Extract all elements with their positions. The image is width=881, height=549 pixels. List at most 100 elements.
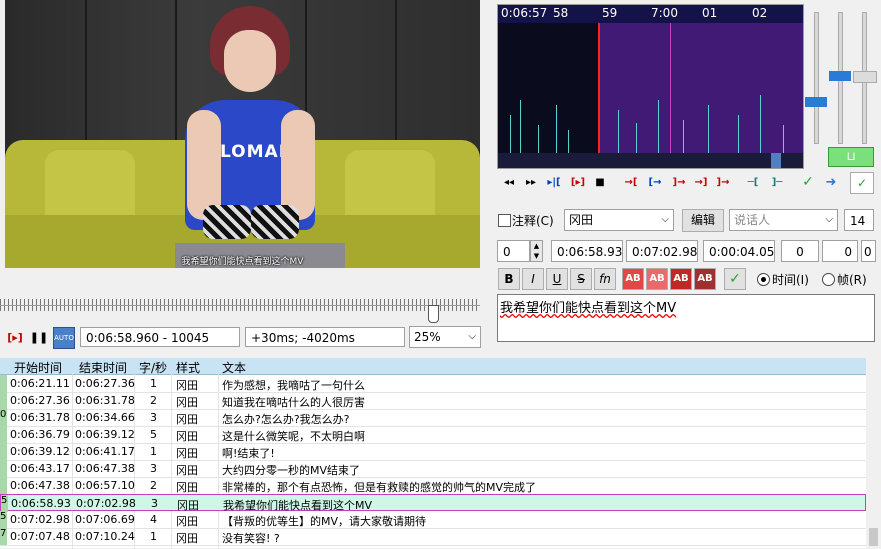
play-before-icon[interactable]: →[ bbox=[620, 174, 642, 190]
strikeout-button[interactable]: S bbox=[570, 268, 592, 290]
table-row[interactable]: 0 0:06:31.78 0:06:34.66 3 冈田 怎么办?怎么办?我怎么办? bbox=[0, 409, 866, 427]
row-number bbox=[0, 375, 7, 392]
bold-button[interactable]: B bbox=[498, 268, 520, 290]
video-preview[interactable]: GLOMAR 我希望你们能快点看到这个MV bbox=[5, 0, 480, 268]
row-number: 7 bbox=[0, 528, 7, 545]
comment-checkbox[interactable] bbox=[498, 214, 511, 227]
start-time-field[interactable]: 0:06:58.93 bbox=[551, 240, 623, 262]
margin-left-field[interactable]: 0 bbox=[781, 240, 819, 262]
frame-radio[interactable] bbox=[822, 273, 835, 286]
play-end-to-icon[interactable]: →] bbox=[690, 174, 712, 190]
chevron-down-icon: ⌵ bbox=[825, 214, 833, 225]
underline-button[interactable]: U bbox=[546, 268, 568, 290]
audio-selection[interactable] bbox=[599, 23, 803, 153]
table-row[interactable]: 0:06:43.17 0:06:47.38 3 冈田 大约四分零一秒的MV结束了 bbox=[0, 460, 866, 478]
subtitle-text: 我希望你们能快点看到这个MV bbox=[500, 301, 677, 316]
seek-thumb[interactable] bbox=[428, 305, 439, 323]
auto-scroll-icon[interactable]: AUTO bbox=[53, 327, 75, 349]
actor-select[interactable]: 说话人 ⌵ bbox=[729, 209, 838, 231]
pause-icon[interactable]: ❚❚ bbox=[29, 327, 49, 347]
play-after-icon[interactable]: ]→ bbox=[712, 174, 734, 190]
timeline-tick: 0:06:57 bbox=[501, 6, 548, 20]
duration-field[interactable]: 0:00:04.05 bbox=[703, 240, 775, 262]
play-line-icon[interactable]: [▸] bbox=[5, 327, 25, 347]
row-number bbox=[0, 392, 7, 409]
next-line-icon[interactable]: ▸▸ bbox=[520, 174, 542, 190]
audio-scrollbar[interactable] bbox=[498, 153, 803, 168]
end-time-field[interactable]: 0:07:02.98 bbox=[626, 240, 698, 262]
video-offset-field[interactable]: +30ms; -4020ms bbox=[245, 327, 405, 347]
margin-right-field[interactable]: 0 bbox=[822, 240, 858, 262]
font-size-field[interactable]: 14 bbox=[844, 209, 874, 231]
cell-start: 0:07:02.98 bbox=[10, 513, 70, 526]
subtitle-grid[interactable]: 开始时间 结束时间 字/秒 样式 文本 0:06:21.11 0:06:27.36… bbox=[0, 358, 866, 549]
cell-style: 冈田 bbox=[176, 447, 198, 460]
play-end-icon[interactable]: ]→ bbox=[668, 174, 690, 190]
play-begin-icon[interactable]: [→ bbox=[644, 174, 666, 190]
audio-scroll-thumb[interactable] bbox=[771, 153, 781, 168]
table-row[interactable]: 0:06:21.11 0:06:27.36 1 冈田 作为感想，我嘀咕了一句什么 bbox=[0, 375, 866, 393]
go-next-icon[interactable]: ➜ bbox=[820, 174, 842, 190]
cell-style: 冈田 bbox=[176, 413, 198, 426]
table-row[interactable]: 0:06:36.79 0:06:39.12 5 冈田 这是什么微笑呢，不太明白啊 bbox=[0, 426, 866, 444]
header-start: 开始时间 bbox=[14, 361, 63, 375]
cell-text: 作为感想，我嘀咕了一句什么 bbox=[222, 379, 365, 392]
table-row[interactable]: 0:06:47.38 0:06:57.10 2 冈田 非常棒的，那个有点恐怖，但是有救赎… bbox=[0, 477, 866, 495]
edit-style-button[interactable]: 编辑 bbox=[682, 209, 724, 232]
row-number: 0 bbox=[0, 409, 7, 426]
cell-style: 冈田 bbox=[176, 515, 198, 528]
cell-start: 0:06:36.79 bbox=[10, 428, 70, 441]
audio-spectrogram[interactable]: 0:06:57 58 59 7:00 01 02 bbox=[497, 4, 804, 169]
seek-track[interactable] bbox=[0, 305, 480, 306]
timeline-tick: 58 bbox=[553, 6, 569, 20]
snap-start-icon[interactable]: ─[ bbox=[742, 174, 764, 190]
cell-start: 0:06:58.93 bbox=[11, 497, 71, 510]
table-row[interactable]: 5 0:07:02.98 0:07:06.69 4 冈田 【背叛的优等生】的MV，请大家敬… bbox=[0, 511, 866, 529]
shadow-color-button[interactable]: AB bbox=[694, 268, 716, 290]
zoom-select[interactable]: 25% ⌵ bbox=[409, 326, 481, 348]
audio-zoom-slider[interactable] bbox=[814, 12, 819, 144]
layer-field[interactable]: 0 bbox=[497, 240, 530, 262]
cell-end: 0:06:47.38 bbox=[75, 462, 135, 475]
grid-scroll-thumb[interactable] bbox=[869, 528, 878, 546]
italic-button[interactable]: I bbox=[522, 268, 544, 290]
link-sliders-toggle[interactable]: ⊔ bbox=[828, 147, 874, 167]
grid-scrollbar[interactable] bbox=[866, 358, 881, 548]
audio-volume-thumb[interactable] bbox=[829, 71, 851, 81]
stop-icon[interactable]: ■ bbox=[589, 174, 611, 190]
margin-vertical-field[interactable]: 0 bbox=[861, 240, 876, 262]
subtitle-text-editor[interactable]: 我希望你们能快点看到这个MV bbox=[497, 294, 875, 342]
secondary-color-button[interactable]: AB bbox=[646, 268, 668, 290]
commit-checkmark-icon[interactable]: ✓ bbox=[724, 268, 746, 290]
play-selection-icon[interactable]: ▸|[ bbox=[543, 174, 565, 190]
snap-end-icon[interactable]: ]─ bbox=[766, 174, 788, 190]
cell-start: 0:06:27.36 bbox=[10, 394, 70, 407]
selection-start-marker[interactable] bbox=[598, 23, 600, 153]
cell-style: 冈田 bbox=[176, 396, 198, 409]
cell-text: 这是什么微笑呢，不太明白啊 bbox=[222, 430, 365, 443]
audio-vzoom-thumb[interactable] bbox=[853, 71, 877, 83]
auto-commit-icon[interactable]: ✓ bbox=[850, 172, 874, 194]
commit-icon[interactable]: ✓ bbox=[797, 174, 819, 190]
prev-line-icon[interactable]: ◂◂ bbox=[498, 174, 520, 190]
font-button[interactable]: fn bbox=[594, 268, 616, 290]
table-row[interactable]: 0:06:27.36 0:06:31.78 2 冈田 知道我在嘀咕什么的人很厉害 bbox=[0, 392, 866, 410]
primary-color-button[interactable]: AB bbox=[622, 268, 644, 290]
cell-text: 非常棒的，那个有点恐怖，但是有救赎的感觉的帅气的MV完成了 bbox=[222, 481, 537, 494]
cell-end: 0:06:41.17 bbox=[75, 445, 135, 458]
video-position-field[interactable]: 0:06:58.960 - 10045 bbox=[80, 327, 240, 347]
cell-end: 0:06:27.36 bbox=[75, 377, 135, 390]
table-row[interactable]: 5 0:06:58.93 0:07:02.98 3 冈田 我希望你们能快点看到这个MV bbox=[0, 494, 866, 512]
cell-text: 大约四分零一秒的MV结束了 bbox=[222, 464, 361, 477]
table-row[interactable]: 7 0:07:07.48 0:07:10.24 1 冈田 没有笑容! ? bbox=[0, 528, 866, 546]
style-select[interactable]: 冈田 ⌵ bbox=[564, 209, 674, 231]
time-radio[interactable] bbox=[757, 273, 770, 286]
table-row[interactable]: 0:06:39.12 0:06:41.17 1 冈田 啊!结束了! bbox=[0, 443, 866, 461]
audio-zoom-thumb[interactable] bbox=[805, 97, 827, 107]
play-current-line-icon[interactable]: [▸] bbox=[567, 174, 589, 190]
audio-timeline: 0:06:57 58 59 7:00 01 02 bbox=[498, 5, 803, 23]
row-number: 5 bbox=[1, 495, 8, 512]
outline-color-button[interactable]: AB bbox=[670, 268, 692, 290]
layer-spinner[interactable]: ▲ ▼ bbox=[530, 240, 543, 262]
cell-cps: 3 bbox=[151, 497, 158, 510]
